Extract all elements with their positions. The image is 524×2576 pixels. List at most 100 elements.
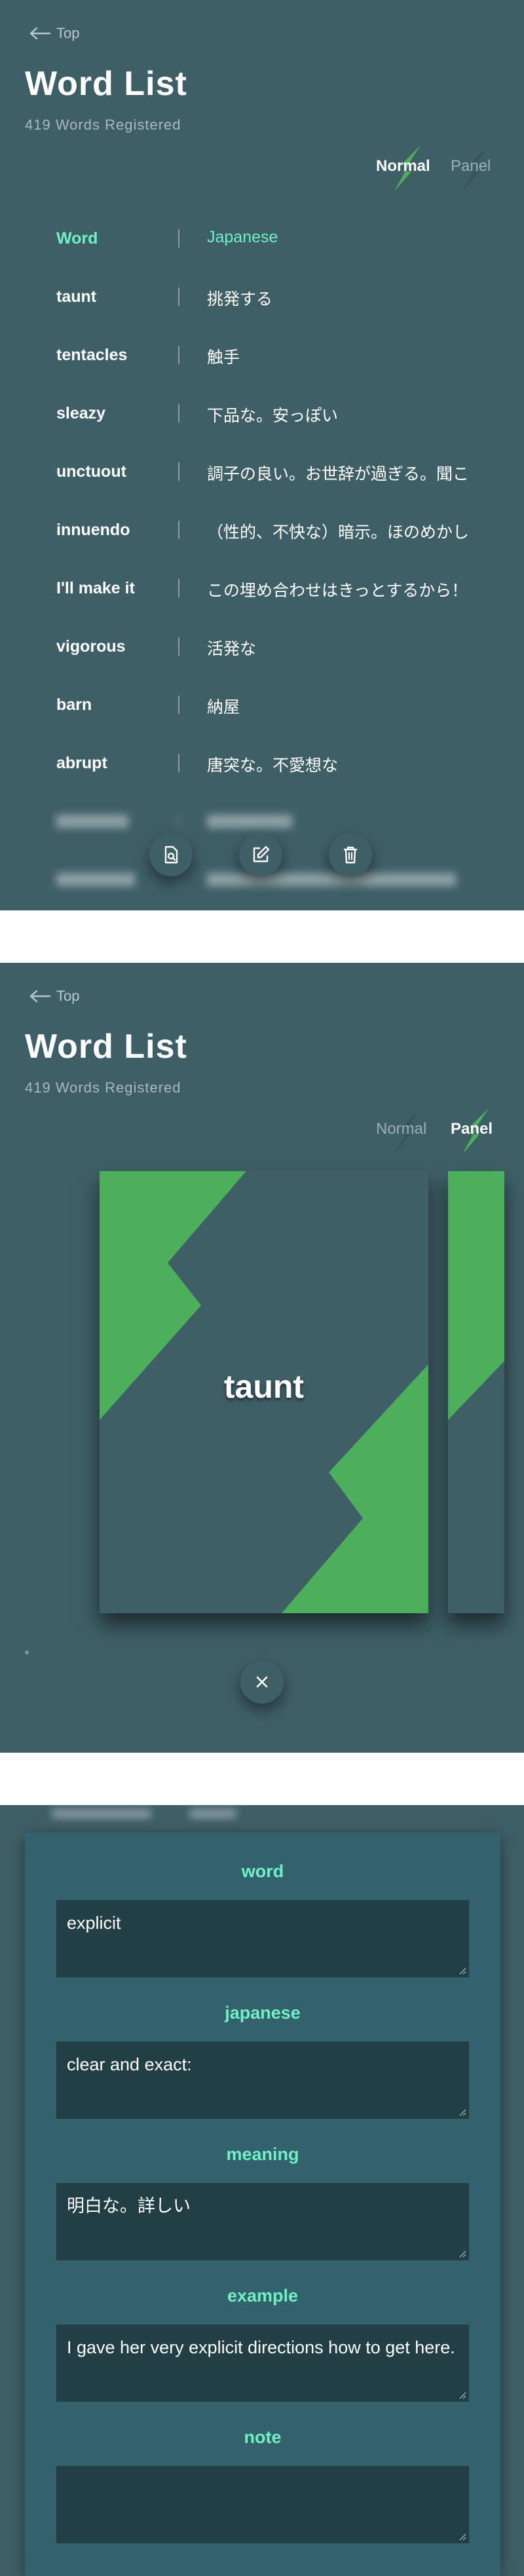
- file-view-icon: [164, 846, 178, 864]
- next-word-card[interactable]: [448, 1171, 504, 1613]
- column-header-japanese: Japanese: [207, 228, 278, 246]
- column-divider: [178, 579, 179, 597]
- word-count: 419 Words Registered: [25, 1079, 181, 1096]
- toggle-panel[interactable]: Panel: [451, 1120, 493, 1138]
- page-title: Word List: [25, 1028, 187, 1066]
- list-item-word: barn: [56, 696, 92, 714]
- field-label: meaning: [226, 2144, 299, 2164]
- edit-icon: [253, 846, 270, 863]
- word-card[interactable]: taunt: [100, 1171, 428, 1613]
- resize-handle-icon[interactable]: [458, 2391, 466, 2399]
- blurred-text: [56, 873, 135, 886]
- edit-button[interactable]: [239, 833, 282, 876]
- trash-icon: [344, 846, 357, 864]
- list-item-japanese: 下品な。安っぽい: [207, 407, 339, 425]
- list-item-word: taunt: [56, 288, 97, 306]
- blurred-text: [207, 815, 292, 828]
- list-item-japanese: 触手: [207, 348, 240, 367]
- column-divider: [178, 404, 179, 422]
- back-link-label: Top: [56, 988, 80, 1004]
- column-divider: [178, 696, 179, 714]
- field-label: word: [241, 1861, 284, 1881]
- resize-handle-icon[interactable]: [458, 2533, 466, 2541]
- view-detail-button[interactable]: [149, 833, 193, 876]
- list-item-word: tentacles: [56, 346, 128, 364]
- back-link[interactable]: Top: [29, 988, 79, 1005]
- toggle-normal[interactable]: Normal: [376, 1120, 426, 1138]
- column-divider: [178, 754, 179, 772]
- word-input[interactable]: explicit: [56, 1900, 469, 1977]
- card-decoration: [448, 1171, 504, 1420]
- list-item-word: abrupt: [56, 754, 107, 772]
- field-value: clear and exact:: [67, 2055, 192, 2074]
- japanese-input[interactable]: clear and exact:: [56, 2042, 469, 2119]
- toggle-panel[interactable]: Panel: [451, 157, 491, 176]
- blurred-text: [190, 1809, 236, 1818]
- toggle-normal[interactable]: Normal: [376, 157, 430, 176]
- word-list: Word Japanese taunt 挑発する tentacles 触手 slea…: [0, 210, 524, 909]
- card-word: taunt: [223, 1368, 305, 1405]
- list-item-word: sleazy: [56, 404, 106, 422]
- back-link[interactable]: Top: [29, 25, 79, 42]
- list-view-screen: Top Word List 419 Words Registered Norma…: [0, 0, 524, 910]
- column-divider: [178, 637, 179, 656]
- list-item-japanese: この埋め合わせはきっとするから！: [207, 582, 468, 600]
- column-divider: [178, 462, 179, 481]
- example-input[interactable]: I gave her very explicit directions how …: [56, 2324, 469, 2402]
- column-divider: [178, 346, 179, 364]
- resize-handle-icon[interactable]: [458, 2250, 466, 2258]
- list-item-japanese: 納屋: [207, 698, 240, 717]
- list-item[interactable]: I'll make it この埋め合わせはきっとするから！: [0, 559, 524, 618]
- field-label: note: [244, 2427, 282, 2447]
- blurred-text: [207, 873, 456, 886]
- list-item-word: innuendo: [56, 521, 130, 539]
- field-label: japanese: [225, 2003, 301, 2023]
- note-field: note: [25, 2427, 500, 2543]
- blurred-text: [56, 815, 128, 828]
- meaning-input[interactable]: 明白な。詳しい: [56, 2183, 469, 2260]
- field-value: 明白な。詳しい: [67, 2196, 191, 2216]
- list-item[interactable]: abrupt 唐突な。不愛想な: [0, 734, 524, 793]
- japanese-field: japanese clear and exact:: [25, 2003, 500, 2119]
- list-item[interactable]: unctuout 調子の良い。お世辞が過ぎる。聞こ: [0, 443, 524, 501]
- word-field: word explicit: [25, 1861, 500, 1977]
- field-value: explicit: [67, 1913, 121, 1933]
- note-input[interactable]: [56, 2466, 469, 2543]
- edit-form: word explicit japanese clear and exact: …: [25, 1833, 500, 2576]
- resize-handle-icon[interactable]: [458, 1967, 466, 1975]
- column-header-word: Word: [56, 229, 98, 248]
- arrow-left-icon: [29, 27, 51, 40]
- list-header-row: Word Japanese: [0, 210, 524, 268]
- close-button[interactable]: [240, 1660, 284, 1704]
- list-item-word: unctuout: [56, 462, 126, 481]
- column-divider: [178, 229, 179, 248]
- page-title: Word List: [25, 65, 187, 103]
- list-item[interactable]: taunt 挑発する: [0, 268, 524, 326]
- list-item-word: I'll make it: [56, 579, 135, 597]
- list-item-japanese: 唐突な。不愛想な: [207, 756, 339, 775]
- blurred-background: [39, 1805, 262, 1823]
- list-item[interactable]: sleazy 下品な。安っぽい: [0, 384, 524, 443]
- list-item[interactable]: vigorous 活発な: [0, 618, 524, 676]
- word-count: 419 Words Registered: [25, 117, 181, 133]
- list-item[interactable]: tentacles 触手: [0, 326, 524, 384]
- list-item-japanese: 調子の良い。お世辞が過ぎる。聞こ: [207, 465, 470, 483]
- field-label: example: [227, 2286, 299, 2305]
- list-item-japanese: 挑発する: [207, 290, 273, 308]
- blurred-text: [52, 1809, 151, 1818]
- arrow-left-icon: [29, 990, 51, 1003]
- column-divider: [178, 288, 179, 306]
- meaning-field: meaning 明白な。詳しい: [25, 2144, 500, 2260]
- back-link-label: Top: [56, 25, 80, 41]
- delete-button[interactable]: [329, 833, 372, 876]
- view-toggle: Normal Panel: [376, 145, 500, 191]
- view-toggle: Normal Panel: [376, 1108, 500, 1154]
- list-item[interactable]: barn 納屋: [0, 676, 524, 734]
- column-divider: [178, 521, 179, 539]
- column-divider: [178, 812, 179, 831]
- list-item-japanese: 活発な: [207, 640, 257, 658]
- example-field: example I gave her very explicit directi…: [25, 2286, 500, 2402]
- resize-handle-icon[interactable]: [458, 2108, 466, 2116]
- list-item-japanese: （性的、不快な）暗示。ほのめかし: [207, 523, 470, 542]
- list-item[interactable]: innuendo （性的、不快な）暗示。ほのめかし: [0, 501, 524, 559]
